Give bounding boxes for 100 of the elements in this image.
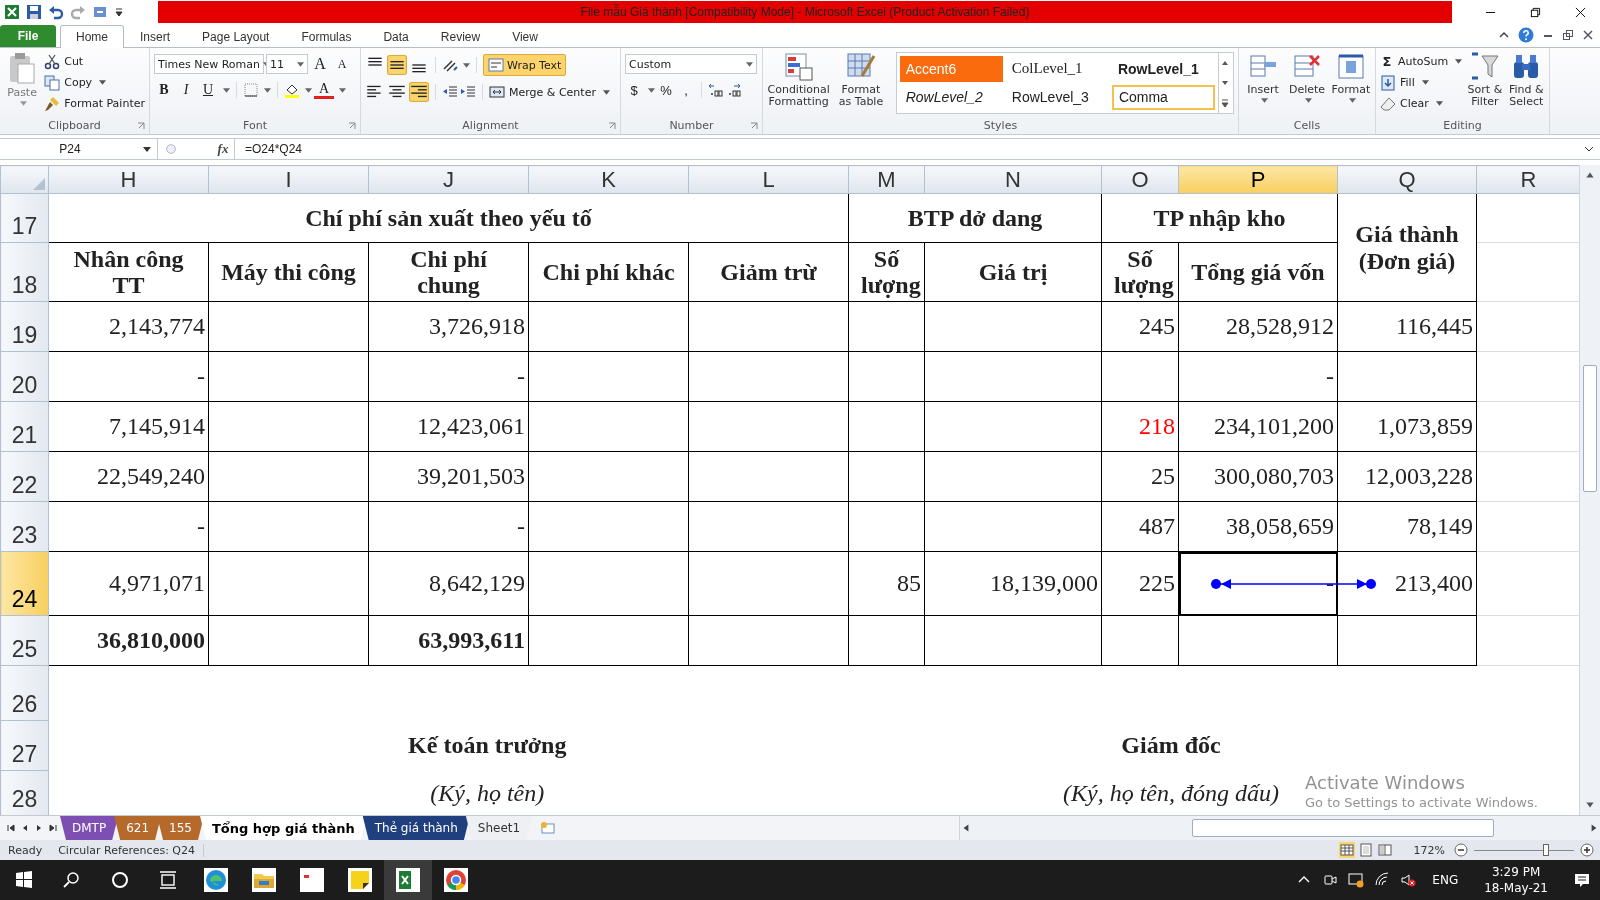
format-painter-button[interactable]: Format Painter (44, 94, 145, 113)
cell-style-option[interactable]: RowLevel_2 (899, 84, 1003, 110)
cortana-circle-icon[interactable] (110, 870, 130, 890)
column-header[interactable]: R (1476, 165, 1579, 194)
sheet-tab[interactable]: Thẻ giá thành (362, 816, 470, 840)
dialog-launcher-icon[interactable] (348, 122, 356, 130)
ribbon-tab[interactable]: Home (60, 25, 124, 48)
wifi-icon[interactable] (1374, 872, 1391, 888)
sticky-note-icon[interactable] (348, 868, 372, 892)
column-header[interactable]: M (848, 165, 925, 194)
search-icon[interactable] (62, 870, 82, 890)
windows-start-icon[interactable] (14, 870, 34, 890)
currency-button[interactable]: $ (625, 80, 643, 100)
help-icon[interactable] (1518, 27, 1534, 43)
fill-color-icon[interactable] (284, 82, 300, 98)
folder-icon[interactable] (252, 868, 276, 892)
name-box[interactable]: P24 (0, 139, 158, 159)
shrink-font-button[interactable]: A (332, 54, 352, 74)
row-header[interactable]: 22 (0, 451, 49, 502)
scroll-thumb[interactable] (1192, 819, 1494, 837)
zoom-in-icon[interactable] (1580, 843, 1594, 857)
cells-button[interactable]: Format (1331, 52, 1371, 103)
dialog-launcher-icon[interactable] (137, 122, 145, 130)
italic-button[interactable]: I (176, 80, 196, 100)
cell-style-option[interactable]: RowLevel_3 (1005, 84, 1109, 110)
format-as-table-button[interactable]: Format as Table (834, 52, 888, 108)
page-layout-view-icon[interactable] (1357, 842, 1374, 858)
grow-font-button[interactable]: A (310, 54, 330, 74)
cell-style-option[interactable]: ColLevel_1 (1005, 56, 1109, 82)
zoom-slider-thumb[interactable] (1543, 843, 1549, 856)
ribbon-tab[interactable]: View (496, 25, 554, 47)
close-icon[interactable] (1575, 6, 1586, 18)
row-header[interactable]: 17 (0, 193, 49, 243)
save-icon[interactable] (26, 4, 42, 20)
decrease-decimal-icon[interactable] (726, 82, 742, 98)
ribbon-tab[interactable]: Data (367, 25, 425, 47)
normal-view-icon[interactable] (1338, 842, 1355, 858)
cells-button[interactable]: Delete (1287, 52, 1327, 103)
insert-function-button[interactable]: fx (212, 141, 234, 157)
cut-button[interactable]: Cut (44, 52, 145, 71)
close-icon[interactable] (1582, 29, 1594, 41)
keyboard-keys-icon[interactable] (300, 868, 324, 892)
decrease-indent-icon[interactable] (442, 84, 458, 100)
refresh-icon[interactable] (92, 4, 108, 20)
restore-icon[interactable] (1562, 29, 1574, 41)
column-header[interactable]: L (688, 165, 849, 194)
cell-style-option[interactable]: RowLevel_1 (1111, 56, 1215, 82)
horizontal-scrollbar[interactable] (959, 816, 1600, 840)
vertical-scrollbar[interactable] (1579, 165, 1600, 815)
paste-button[interactable]: Paste (4, 52, 41, 106)
copy-button[interactable]: Copy (44, 73, 145, 92)
column-header[interactable]: H (48, 165, 209, 194)
scroll-thumb[interactable] (1583, 365, 1597, 492)
chrome-browser-icon[interactable] (444, 868, 468, 892)
splitter-handle-icon[interactable] (164, 142, 178, 156)
ribbon-tab[interactable]: Page Layout (186, 25, 286, 47)
wrap-text-button[interactable]: Wrap Text (483, 54, 567, 76)
camera-icon[interactable] (1322, 872, 1339, 888)
border-icon[interactable] (243, 82, 259, 98)
row-header[interactable]: 19 (0, 301, 49, 352)
notification-icon[interactable] (1574, 872, 1590, 888)
clear-button[interactable]: Clear (1380, 94, 1463, 113)
input-language[interactable]: ENG (1432, 873, 1459, 887)
ribbon-tab[interactable]: Formulas (285, 25, 368, 47)
sort-filter-button[interactable]: Sort & Filter (1466, 52, 1504, 108)
conditional-formatting-button[interactable]: Conditional Formatting (767, 52, 831, 108)
horizontal-align-button[interactable] (409, 82, 429, 102)
excel-logo-icon[interactable] (4, 4, 20, 20)
font-color-button[interactable]: A (314, 81, 334, 99)
first-sheet-icon[interactable] (6, 823, 16, 833)
row-header[interactable]: 23 (0, 501, 49, 552)
clock[interactable]: 3:29 PM 18-May-21 (1484, 864, 1548, 896)
vertical-align-button[interactable] (387, 55, 407, 75)
ribbon-tab[interactable]: Insert (124, 25, 187, 47)
zoom-level[interactable]: 172% (1395, 843, 1451, 857)
column-header[interactable]: I (208, 165, 369, 194)
cell-style-option[interactable]: Comma (1111, 84, 1215, 110)
dialog-launcher-icon[interactable] (608, 122, 616, 130)
zoom-out-icon[interactable] (1454, 843, 1468, 857)
row-header[interactable]: 18 (0, 242, 49, 302)
increase-decimal-icon[interactable] (708, 82, 724, 98)
percent-button[interactable]: % (657, 80, 675, 100)
underline-button[interactable]: U (198, 80, 218, 100)
fill-button[interactable]: Fill (1380, 73, 1463, 92)
browser-wave-icon[interactable] (204, 868, 228, 892)
monitor-warning-icon[interactable] (1348, 872, 1365, 888)
page-break-view-icon[interactable] (1376, 842, 1393, 858)
muted-speaker-icon[interactable] (1400, 872, 1417, 888)
file-tab[interactable]: File (0, 25, 56, 47)
sheet-tab[interactable]: 155 (157, 816, 204, 840)
row-header[interactable]: 21 (0, 401, 49, 452)
formula-input[interactable]: =O24*Q24 (234, 139, 1578, 159)
dialog-launcher-icon[interactable] (750, 122, 758, 130)
expand-caret-icon[interactable] (1584, 146, 1594, 152)
restore-icon[interactable] (1530, 6, 1541, 18)
bold-button[interactable]: B (154, 80, 174, 100)
last-sheet-icon[interactable] (48, 823, 58, 833)
task-view-icon[interactable] (158, 870, 178, 890)
undo-icon[interactable] (48, 4, 64, 20)
comma-style-button[interactable]: , (677, 80, 695, 100)
